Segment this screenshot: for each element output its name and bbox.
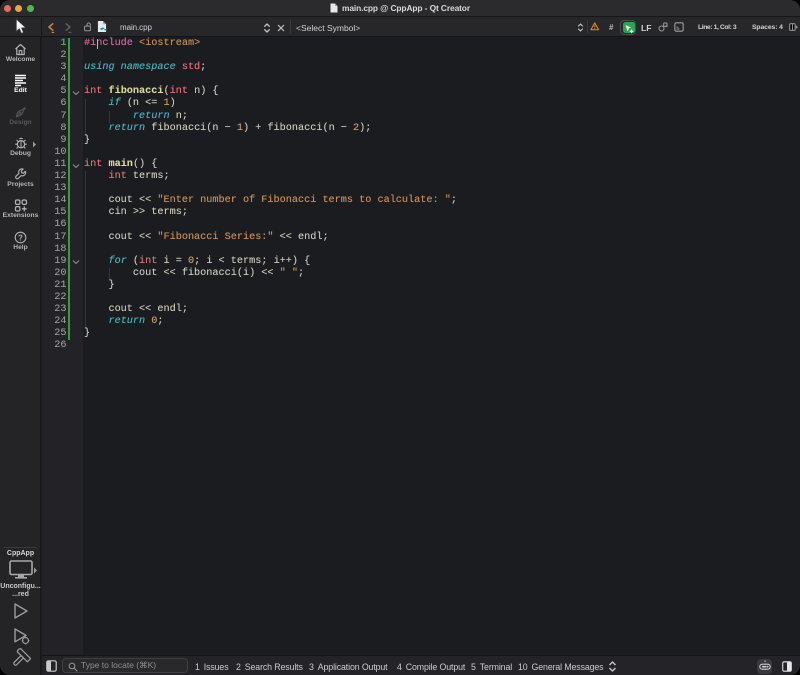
svg-text:?: ? xyxy=(18,233,23,242)
